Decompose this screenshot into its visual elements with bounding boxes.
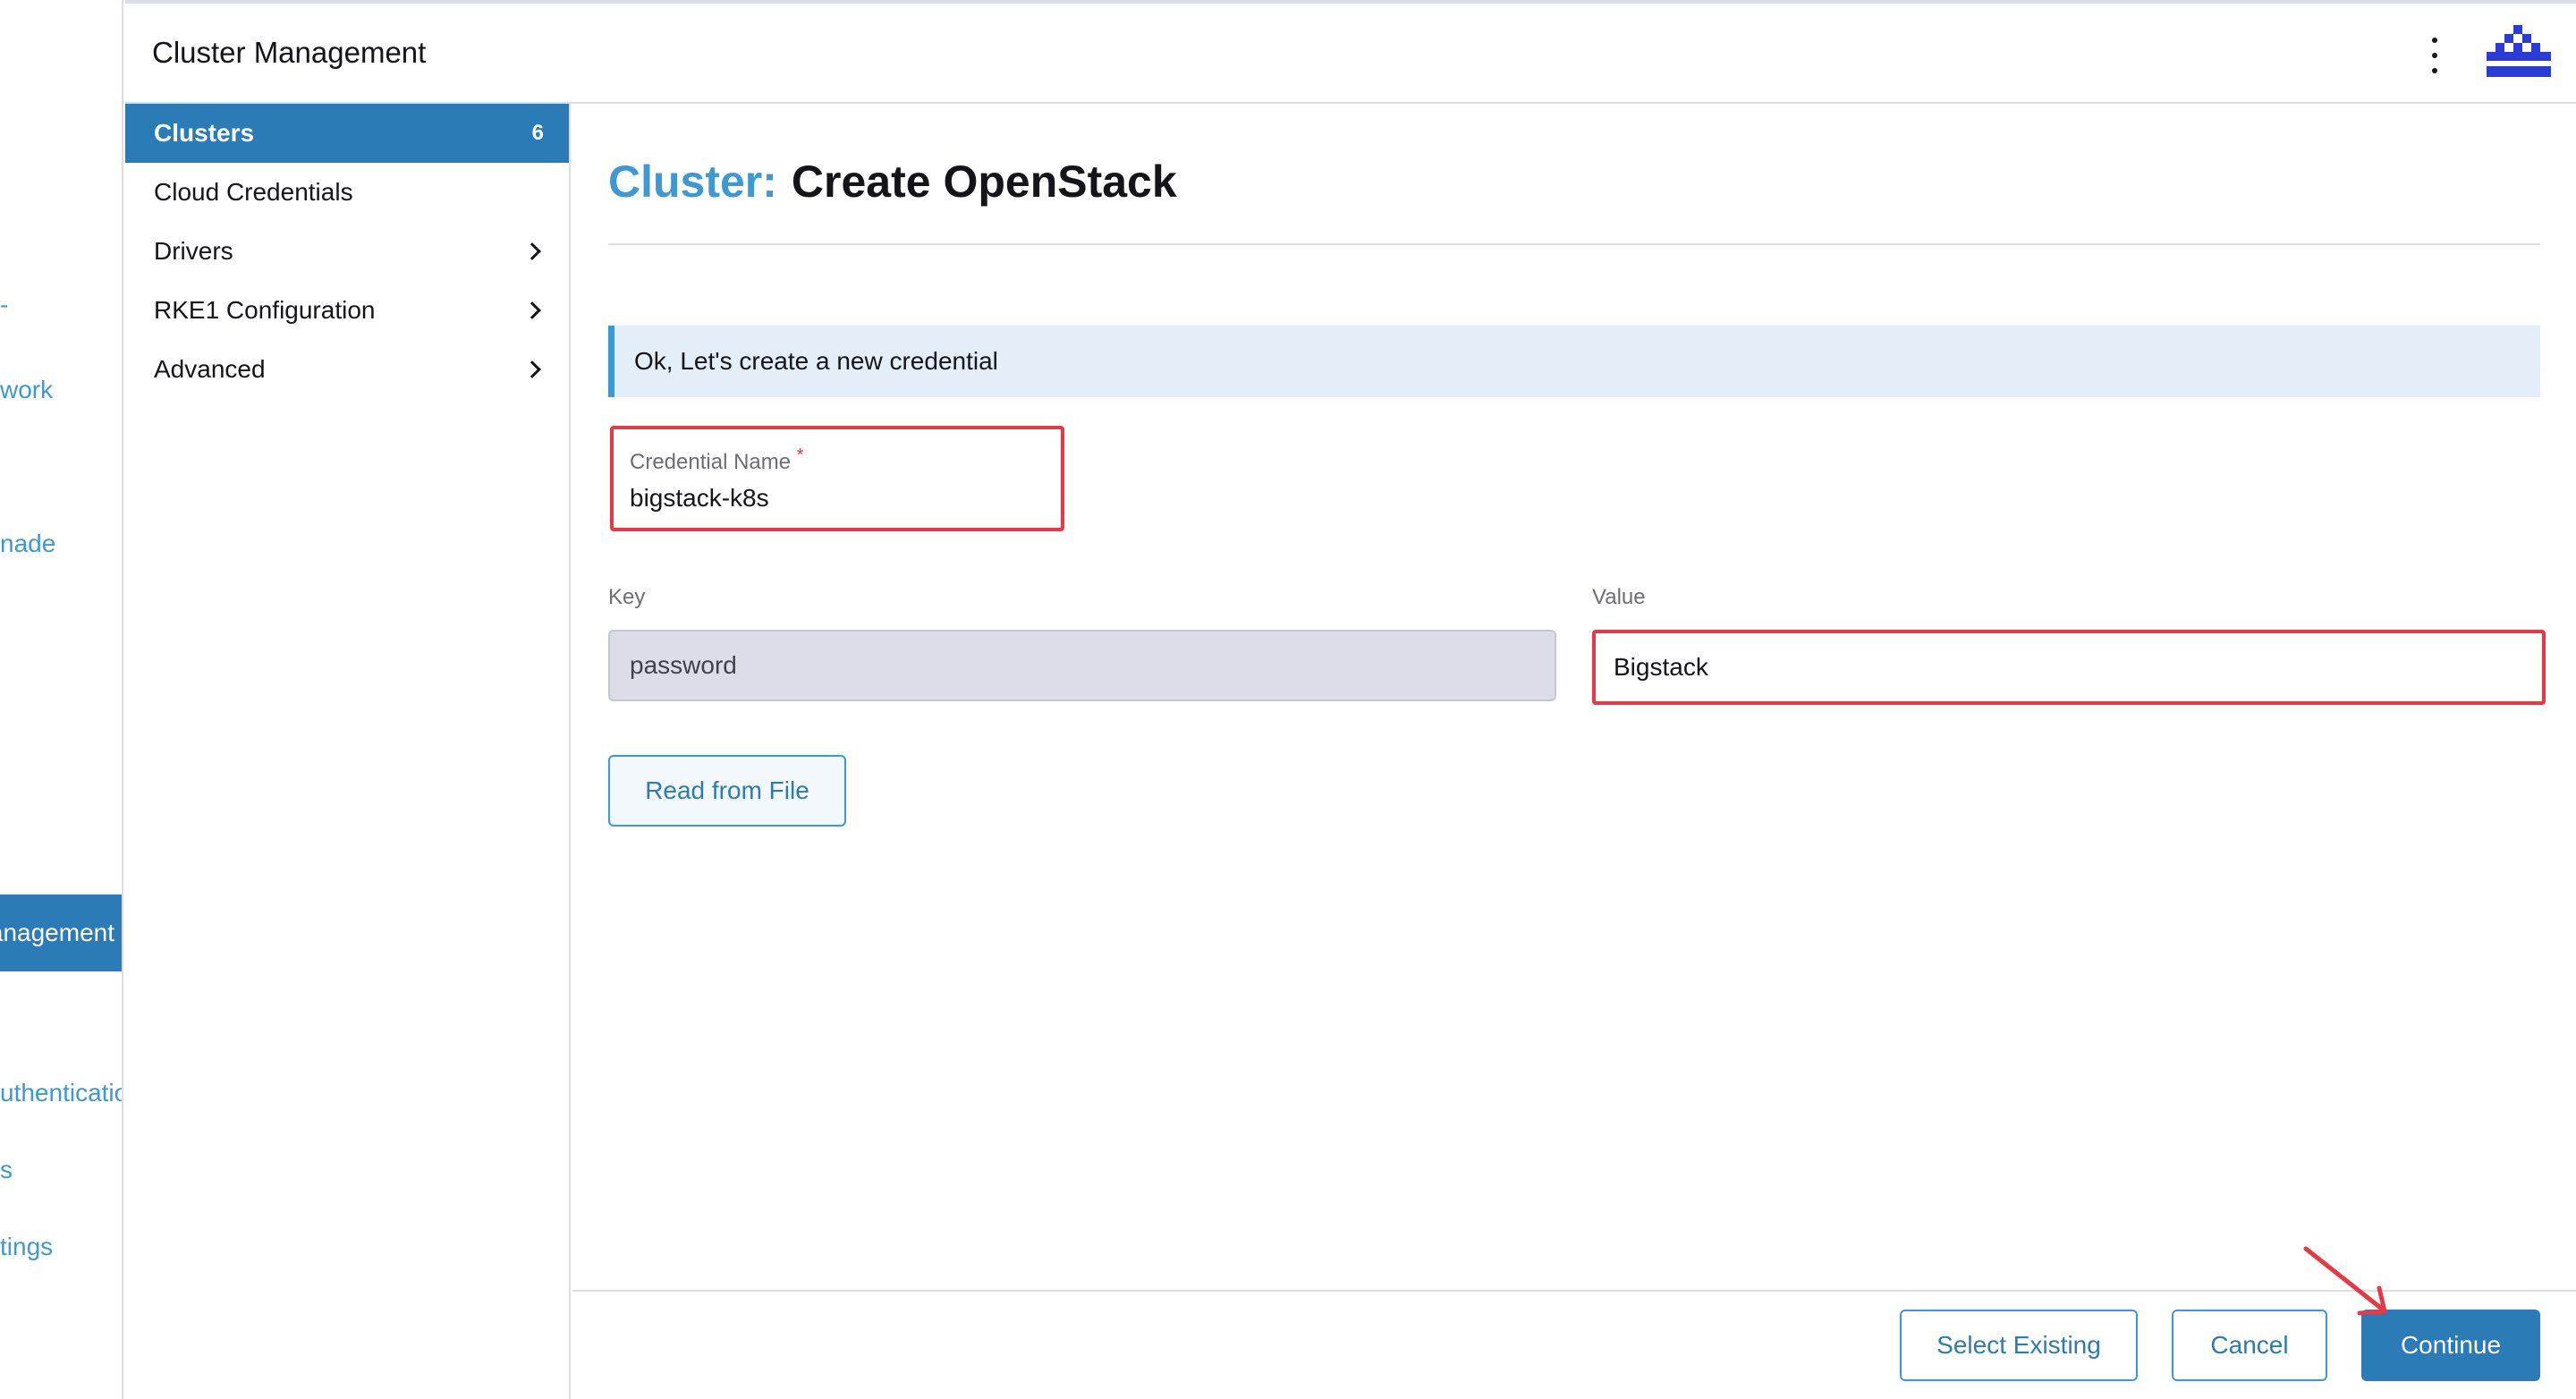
global-nav-fragment: - (0, 291, 9, 318)
credential-name-input[interactable]: bigstack-k8s (630, 484, 1045, 513)
kebab-menu-icon[interactable] (2426, 38, 2444, 73)
global-nav: - work nade anagement uthenticatio s tin… (0, 0, 123, 1399)
page-title: Cluster: Create OpenStack (608, 156, 1177, 208)
key-label: Key (608, 585, 646, 609)
global-nav-item-made[interactable]: nade (0, 530, 122, 558)
divider (608, 243, 2540, 245)
sidebar-item-label: Cloud Credentials (154, 178, 353, 206)
global-nav-item-s[interactable]: s (0, 1156, 122, 1184)
read-from-file-button[interactable]: Read from File (608, 755, 846, 827)
page-title-prefix[interactable]: Cluster: (608, 157, 777, 207)
cluster-side-menu: Clusters 6 Cloud Credentials Drivers RKE… (125, 104, 571, 1399)
global-nav-item-network[interactable]: work (0, 376, 122, 404)
footer-divider (572, 1290, 2576, 1292)
sidebar-item-label: Drivers (154, 237, 233, 265)
credential-name-label: Credential Name * (630, 445, 1045, 475)
credential-name-label-text: Credential Name (630, 450, 792, 474)
chevron-right-icon (523, 360, 541, 378)
sidebar-item-label: RKE1 Configuration (154, 296, 376, 324)
main-content: Cluster: Create OpenStack Ok, Let's creat… (572, 104, 2576, 1399)
key-input[interactable]: password (608, 630, 1556, 701)
top-header: Cluster Management (125, 0, 2576, 104)
page-title-text: Create OpenStack (791, 157, 1177, 207)
sidebar-item-label: Clusters (154, 119, 255, 147)
chevron-right-icon (523, 242, 541, 260)
sidebar-item-cloud-credentials[interactable]: Cloud Credentials (125, 163, 569, 222)
sidebar-item-rke1-configuration[interactable]: RKE1 Configuration (125, 281, 569, 340)
global-nav-item-cluster-management[interactable]: anagement (0, 895, 122, 971)
sidebar-item-clusters[interactable]: Clusters 6 (125, 104, 569, 163)
annotation-arrow-icon (2303, 1246, 2387, 1316)
info-banner: Ok, Let's create a new credential (608, 326, 2540, 397)
header-title: Cluster Management (152, 36, 427, 69)
value-label: Value (1592, 585, 1646, 609)
sidebar-item-label: Advanced (154, 355, 266, 383)
global-nav-item-settings[interactable]: tings (0, 1233, 122, 1261)
sidebar-item-advanced[interactable]: Advanced (125, 340, 569, 399)
sidebar-item-drivers[interactable]: Drivers (125, 222, 569, 281)
credential-name-field[interactable]: Credential Name * bigstack-k8s (610, 426, 1064, 531)
user-avatar-icon[interactable] (2487, 23, 2551, 88)
required-marker: * (796, 445, 804, 465)
clusters-count-badge: 6 (531, 121, 544, 145)
select-existing-button[interactable]: Select Existing (1900, 1310, 2138, 1381)
chevron-right-icon (523, 301, 541, 319)
value-input[interactable]: Bigstack (1592, 630, 2546, 705)
global-nav-item-authentication[interactable]: uthenticatio (0, 1079, 122, 1107)
